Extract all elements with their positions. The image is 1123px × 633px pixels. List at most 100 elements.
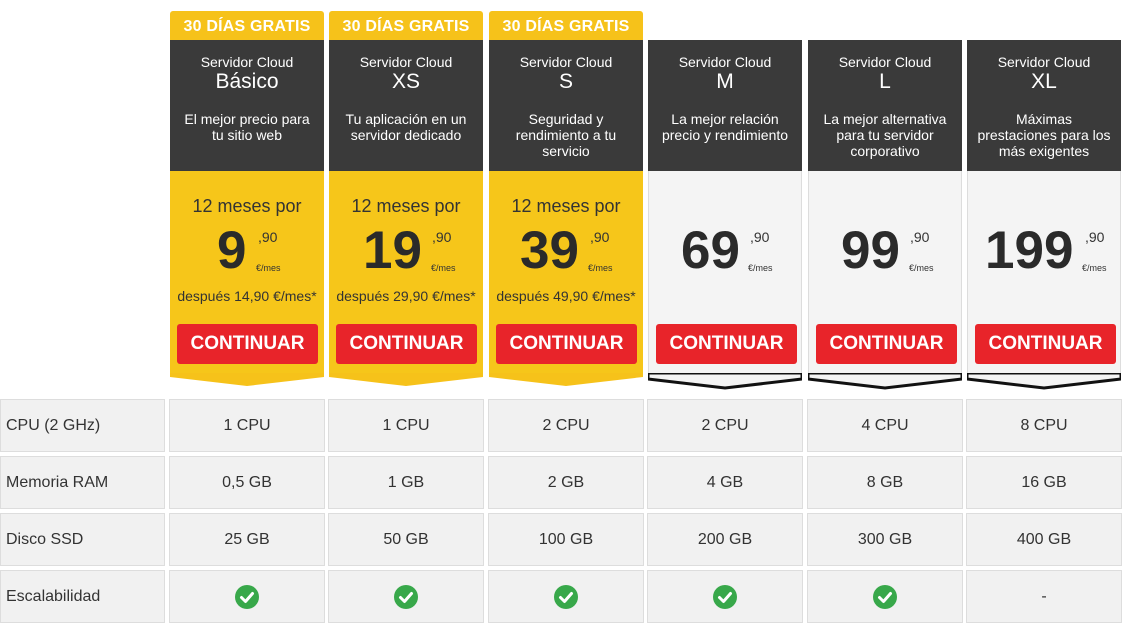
plan-price-panel: 12 meses por 39 ,90 €/mes después 49,90 €/me… bbox=[489, 171, 643, 374]
plan-description: El mejor precio para tu sitio web bbox=[184, 111, 310, 143]
continue-button[interactable]: CONTINUAR bbox=[975, 324, 1116, 364]
plan-description: La mejor alternativa para tu servidor co… bbox=[823, 111, 947, 159]
check-circle-icon bbox=[713, 584, 737, 609]
plan-header: Servidor Cloud Básico El mejor precio para… bbox=[170, 40, 324, 171]
price-unit: €/mes bbox=[909, 263, 934, 273]
feature-ssd-value: 200 GB bbox=[647, 513, 803, 566]
plan-price-panel: 99 ,90 €/mes CONTINUAR bbox=[808, 171, 962, 374]
feature-label-ram: Memoria RAM bbox=[0, 456, 165, 509]
card-bottom-arrow bbox=[648, 373, 802, 390]
scalability-not-included: - bbox=[1041, 587, 1047, 605]
continue-button[interactable]: CONTINUAR bbox=[177, 324, 318, 364]
plan-name: Básico bbox=[215, 70, 279, 93]
continue-button[interactable]: CONTINUAR bbox=[496, 324, 637, 364]
price-decimals: ,90 bbox=[750, 229, 770, 245]
check-circle-icon bbox=[554, 584, 578, 609]
plan-header: Servidor Cloud XS Tu aplicación en un serv… bbox=[329, 40, 483, 171]
feature-ram-value: 8 GB bbox=[807, 456, 963, 509]
check-circle-icon bbox=[873, 584, 897, 609]
feature-scalability-value: - bbox=[966, 570, 1122, 623]
feature-label-cpu: CPU (2 GHz) bbox=[0, 399, 165, 452]
plan-header: Servidor Cloud M La mejor relación precio … bbox=[648, 40, 802, 171]
feature-ram-value: 0,5 GB bbox=[169, 456, 325, 509]
price-integer: 99 bbox=[841, 221, 900, 280]
plan-description: Máximas prestaciones para los más exigen… bbox=[977, 111, 1111, 159]
feature-ram-value: 2 GB bbox=[488, 456, 644, 509]
plan-description: Tu aplicación en un servidor dedicado bbox=[345, 111, 467, 143]
feature-scalability-value bbox=[488, 570, 644, 623]
plan-price-panel: 12 meses por 19 ,90 €/mes después 29,90 €/me… bbox=[329, 171, 483, 374]
price: 69 ,90 €/mes bbox=[649, 222, 803, 282]
feature-ssd-value: 300 GB bbox=[807, 513, 963, 566]
plan-kind: Servidor Cloud bbox=[678, 54, 772, 70]
plan-name: S bbox=[558, 70, 573, 93]
check-circle-icon bbox=[394, 584, 418, 609]
price: 19 ,90 €/mes bbox=[329, 222, 483, 282]
free-trial-badge: 30 DÍAS GRATIS bbox=[170, 11, 324, 40]
feature-scalability-value bbox=[328, 570, 484, 623]
feature-label-ssd: Disco SSD bbox=[0, 513, 165, 566]
plan-kind: Servidor Cloud bbox=[997, 54, 1091, 70]
price-unit: €/mes bbox=[1082, 263, 1107, 273]
feature-ssd-value: 25 GB bbox=[169, 513, 325, 566]
price-term: 12 meses por bbox=[192, 196, 302, 216]
plan-header: Servidor Cloud L La mejor alternativa para… bbox=[808, 40, 962, 171]
price: 99 ,90 €/mes bbox=[809, 222, 963, 282]
plan-card: 30 DÍAS GRATIS Servidor Cloud Básico El mej… bbox=[170, 0, 324, 390]
plan-kind: Servidor Cloud bbox=[838, 54, 932, 70]
card-bottom-arrow bbox=[329, 373, 483, 386]
feature-scalability-value bbox=[807, 570, 963, 623]
feature-label-scalability: Escalabilidad bbox=[0, 570, 165, 623]
price: 39 ,90 €/mes bbox=[489, 222, 643, 282]
price-after-promo: después 49,90 €/mes* bbox=[496, 288, 636, 304]
price-integer: 39 bbox=[520, 221, 579, 280]
price-unit: €/mes bbox=[588, 263, 613, 273]
feature-cpu-value: 2 CPU bbox=[488, 399, 644, 452]
plan-price-panel: 69 ,90 €/mes CONTINUAR bbox=[648, 171, 802, 374]
price-integer: 69 bbox=[681, 221, 740, 280]
plan-header: Servidor Cloud S Seguridad y rendimiento a… bbox=[489, 40, 643, 171]
card-bottom-arrow bbox=[489, 373, 643, 386]
price: 199 ,90 €/mes bbox=[968, 222, 1122, 282]
free-trial-badge: 30 DÍAS GRATIS bbox=[489, 11, 643, 40]
plan-name: XS bbox=[391, 70, 420, 93]
plan-kind: Servidor Cloud bbox=[519, 54, 613, 70]
price-integer: 199 bbox=[985, 221, 1074, 280]
price-decimals: ,90 bbox=[432, 229, 452, 245]
price-term: 12 meses por bbox=[511, 196, 621, 216]
price-decimals: ,90 bbox=[1085, 229, 1105, 245]
feature-ssd-value: 400 GB bbox=[966, 513, 1122, 566]
price-decimals: ,90 bbox=[258, 229, 278, 245]
price-integer: 19 bbox=[363, 221, 422, 280]
feature-cpu-value: 1 CPU bbox=[328, 399, 484, 452]
feature-cpu-value: 2 CPU bbox=[647, 399, 803, 452]
plan-price-panel: 199 ,90 €/mes CONTINUAR bbox=[967, 171, 1121, 374]
plan-kind: Servidor Cloud bbox=[359, 54, 453, 70]
feature-cpu-value: 4 CPU bbox=[807, 399, 963, 452]
price-unit: €/mes bbox=[431, 263, 456, 273]
feature-ram-value: 1 GB bbox=[328, 456, 484, 509]
plan-card: Servidor Cloud L La mejor alternativa para… bbox=[808, 0, 962, 390]
plan-price-panel: 12 meses por 9 ,90 €/mes después 14,90 €/mes… bbox=[170, 171, 324, 374]
feature-scalability-value bbox=[169, 570, 325, 623]
plan-header: Servidor Cloud XL Máximas prestaciones par… bbox=[967, 40, 1121, 171]
plan-kind: Servidor Cloud bbox=[200, 54, 294, 70]
continue-button[interactable]: CONTINUAR bbox=[656, 324, 797, 364]
plan-description: Seguridad y rendimiento a tu servicio bbox=[515, 111, 617, 159]
plan-name: M bbox=[716, 70, 734, 93]
continue-button[interactable]: CONTINUAR bbox=[336, 324, 477, 364]
plan-description: La mejor relación precio y rendimiento bbox=[661, 111, 789, 143]
price-unit: €/mes bbox=[748, 263, 773, 273]
feature-cpu-value: 1 CPU bbox=[169, 399, 325, 452]
feature-ram-value: 4 GB bbox=[647, 456, 803, 509]
price-after-promo: después 14,90 €/mes* bbox=[177, 288, 317, 304]
plan-card: 30 DÍAS GRATIS Servidor Cloud XS Tu aplicac… bbox=[329, 0, 483, 390]
plan-name: XL bbox=[1031, 70, 1057, 93]
price-decimals: ,90 bbox=[590, 229, 610, 245]
price: 9 ,90 €/mes bbox=[170, 222, 324, 282]
price-unit: €/mes bbox=[256, 263, 281, 273]
continue-button[interactable]: CONTINUAR bbox=[816, 324, 957, 364]
card-bottom-arrow bbox=[808, 373, 962, 390]
plan-name: L bbox=[879, 70, 891, 93]
feature-ssd-value: 50 GB bbox=[328, 513, 484, 566]
